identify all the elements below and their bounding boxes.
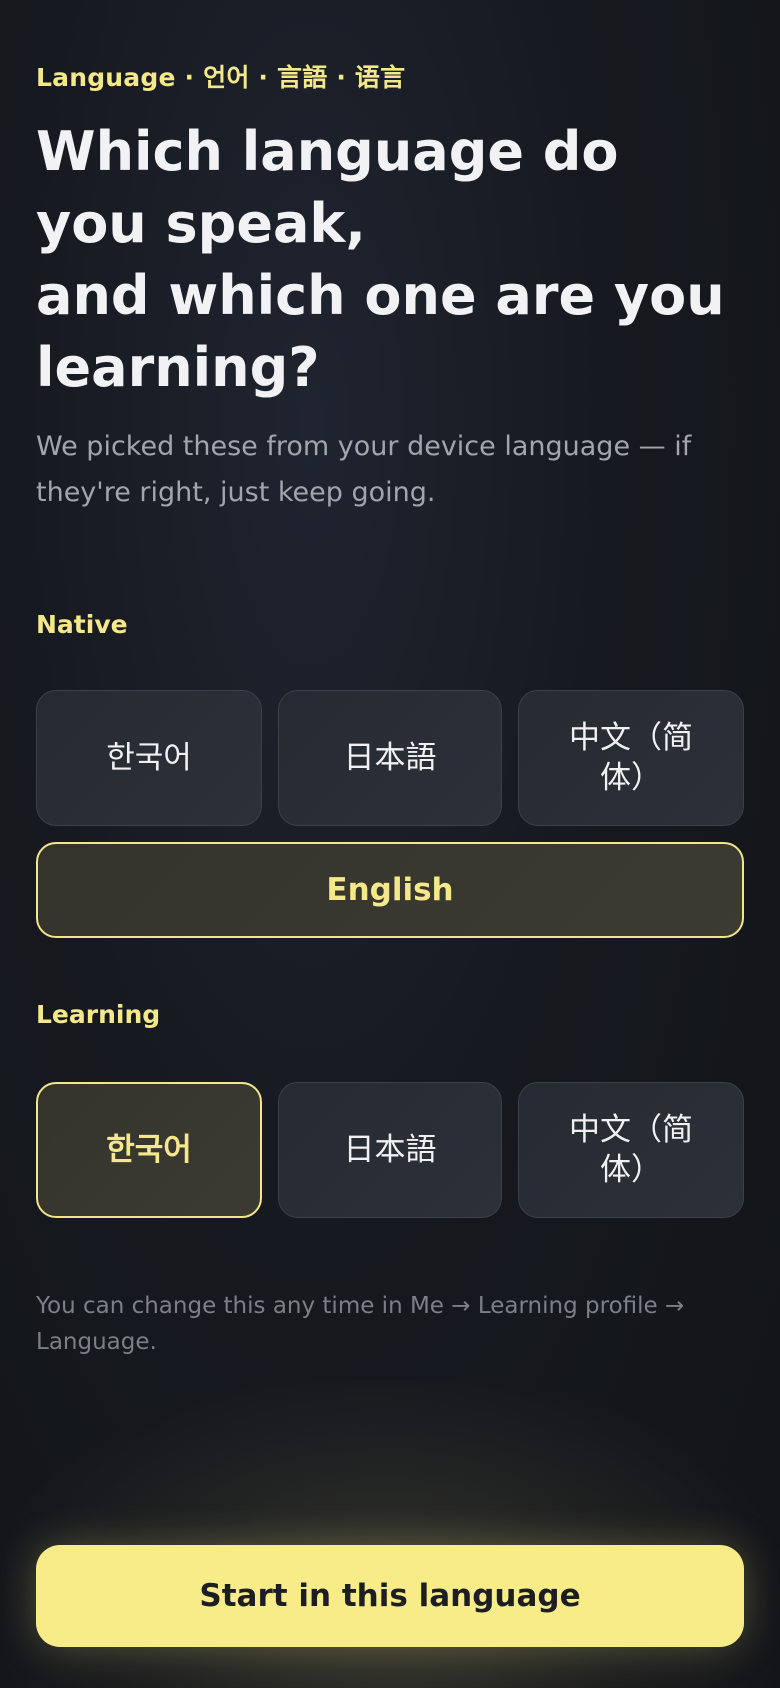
eyebrow-label: Language · 언어 · 言語 · 语言 <box>36 63 406 92</box>
page-title-line-1: Which language do you speak, <box>36 120 619 255</box>
learning-option-korean[interactable]: 한국어 <box>36 1082 262 1218</box>
native-option-english[interactable]: English <box>36 842 744 938</box>
native-section-label: Native <box>36 610 128 639</box>
native-option-korean[interactable]: 한국어 <box>36 690 262 826</box>
page-subtitle: We picked these from your device languag… <box>36 431 692 508</box>
learning-option-chinese-simplified[interactable]: 中文（简体） <box>518 1082 744 1218</box>
learning-section-label: Learning <box>36 1000 161 1029</box>
learning-option-japanese[interactable]: 日本語 <box>278 1082 502 1218</box>
native-option-japanese[interactable]: 日本語 <box>278 690 502 826</box>
start-button[interactable]: Start in this language <box>36 1545 744 1647</box>
settings-hint: You can change this any time in Me → Lea… <box>36 1293 685 1355</box>
page-title: Which language do you speak, and which o… <box>36 116 736 404</box>
page-title-line-2: and which one are you learning? <box>36 264 725 399</box>
native-option-chinese-simplified[interactable]: 中文（简体） <box>518 690 744 826</box>
language-onboarding-screen: Language · 언어 · 言語 · 语言 Which language d… <box>0 0 780 1688</box>
